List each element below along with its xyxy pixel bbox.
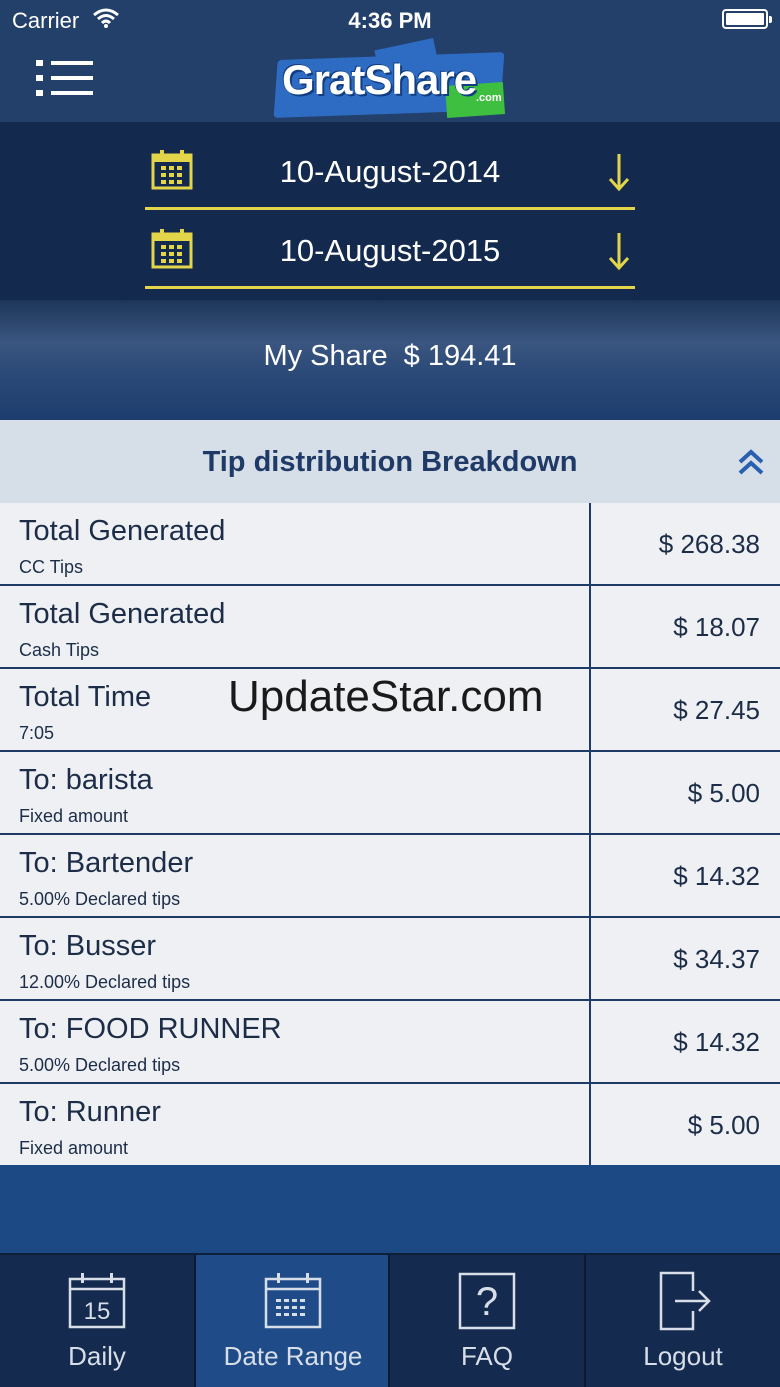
chevron-double-up-icon[interactable] xyxy=(738,448,764,476)
menu-icon-dot xyxy=(36,75,43,81)
breakdown-row: To: FOOD RUNNER 5.00% Declared tips $ 14.3… xyxy=(0,1001,780,1084)
row-value: $ 268.38 xyxy=(658,529,760,559)
breakdown-row: To: barista Fixed amount $ 5.00 xyxy=(0,752,780,835)
row-value: $ 34.37 xyxy=(673,944,760,974)
row-divider xyxy=(589,669,591,750)
calendar-icon xyxy=(151,150,193,190)
calendar-range-icon xyxy=(264,1273,322,1329)
row-divider xyxy=(589,835,591,916)
row-sublabel: Fixed amount xyxy=(19,806,129,826)
from-date-picker[interactable]: 10-August-2014 xyxy=(145,140,635,210)
row-divider xyxy=(589,1084,591,1165)
tab-date-range-label: Date Range xyxy=(223,1341,363,1371)
calendar-day-icon: 15 xyxy=(68,1273,126,1329)
row-label: Total Time xyxy=(19,681,152,713)
row-divider xyxy=(589,918,591,999)
breakdown-row: To: Busser 12.00% Declared tips $ 34.37 xyxy=(0,918,780,1001)
from-date-value: 10-August-2014 xyxy=(279,154,501,189)
menu-icon-dot xyxy=(36,90,43,96)
logo-suffix: .com xyxy=(476,92,502,104)
svg-text:?: ? xyxy=(476,1280,498,1324)
tab-bar: 15 Daily Date Range ? FAQ Logout xyxy=(0,1253,780,1387)
my-share-amount: $ 194.41 xyxy=(403,340,517,372)
row-label: To: FOOD RUNNER xyxy=(19,1013,282,1045)
tab-daily[interactable]: 15 Daily xyxy=(0,1255,194,1387)
row-value: $ 5.00 xyxy=(687,778,760,808)
logo-text: GratShare xyxy=(282,56,477,103)
status-bar: Carrier 4:36 PM xyxy=(0,0,780,40)
menu-icon xyxy=(36,60,43,66)
row-sublabel: 7:05 xyxy=(19,723,55,743)
date-range-section: 10-August-2014 10-August-2015 xyxy=(0,122,780,300)
row-value: $ 18.07 xyxy=(673,612,760,642)
nav-bar: GratShare .com xyxy=(0,38,780,122)
question-icon: ? xyxy=(458,1272,516,1330)
breakdown-title: Tip distribution Breakdown xyxy=(202,446,578,478)
row-sublabel: Cash Tips xyxy=(19,640,100,660)
row-divider xyxy=(589,1001,591,1082)
breakdown-row: Total Generated Cash Tips $ 18.07 xyxy=(0,586,780,669)
row-sublabel: 12.00% Declared tips xyxy=(19,972,191,992)
menu-button[interactable] xyxy=(36,56,96,100)
row-sublabel: 5.00% Declared tips xyxy=(19,1055,181,1075)
to-date-value: 10-August-2015 xyxy=(279,233,501,268)
menu-icon-line xyxy=(51,76,93,80)
breakdown-row: To: Runner Fixed amount $ 5.00 xyxy=(0,1084,780,1165)
tab-logout-label: Logout xyxy=(643,1341,723,1371)
gratshare-logo: GratShare .com xyxy=(273,38,506,120)
row-sublabel: 5.00% Declared tips xyxy=(19,889,181,909)
row-label: To: Bartender xyxy=(19,847,194,879)
menu-icon-line xyxy=(51,91,93,95)
breakdown-row: Total Generated CC Tips $ 268.38 xyxy=(0,503,780,586)
row-label: To: Busser xyxy=(19,930,156,962)
tab-date-range[interactable]: Date Range xyxy=(196,1255,390,1387)
row-label: To: Runner xyxy=(19,1096,161,1128)
clock: 4:36 PM xyxy=(348,8,432,33)
breakdown-table: Total Generated CC Tips $ 268.38 Total Gene… xyxy=(0,503,780,1165)
row-divider xyxy=(589,586,591,667)
row-value: $ 27.45 xyxy=(673,695,760,725)
tab-faq-label: FAQ xyxy=(460,1341,513,1371)
row-label: Total Generated xyxy=(19,515,226,547)
calendar-icon xyxy=(151,229,193,269)
to-date-picker[interactable]: 10-August-2015 xyxy=(145,219,635,289)
my-share-banner: My Share $ 194.41 xyxy=(0,300,780,420)
arrow-down-icon xyxy=(608,154,630,192)
row-label: Total Generated xyxy=(19,598,226,630)
menu-icon-line xyxy=(51,61,93,65)
tab-faq[interactable]: ? FAQ xyxy=(390,1255,584,1387)
row-divider xyxy=(589,752,591,833)
row-value: $ 5.00 xyxy=(687,1110,760,1140)
logout-icon xyxy=(659,1271,711,1331)
battery-icon xyxy=(722,9,772,29)
row-sublabel: Fixed amount xyxy=(19,1138,129,1158)
row-value: $ 14.32 xyxy=(673,861,760,891)
row-value: $ 14.32 xyxy=(673,1027,760,1057)
content-spacer xyxy=(0,1165,780,1253)
breakdown-row: To: Bartender 5.00% Declared tips $ 14.32 xyxy=(0,835,780,918)
breakdown-header[interactable]: Tip distribution Breakdown xyxy=(0,420,780,503)
tab-logout[interactable]: Logout xyxy=(586,1255,780,1387)
row-label: To: barista xyxy=(19,764,153,796)
row-sublabel: CC Tips xyxy=(19,557,84,577)
watermark: UpdateStar.com xyxy=(228,672,544,721)
my-share-line: My Share $ 194.41 xyxy=(0,340,780,373)
arrow-down-icon xyxy=(608,233,630,271)
my-share-label: My Share xyxy=(263,340,388,372)
tab-daily-label: Daily xyxy=(68,1341,126,1371)
row-divider xyxy=(589,503,591,584)
svg-text:15: 15 xyxy=(84,1298,111,1325)
